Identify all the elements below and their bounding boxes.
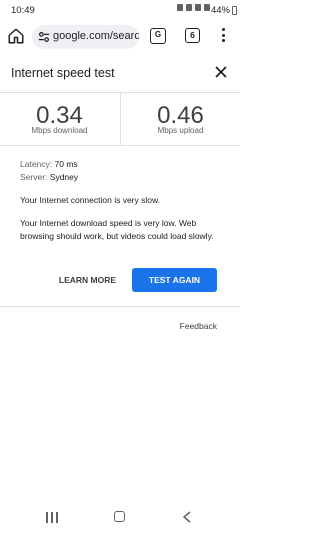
connection-detail: Your Internet download speed is very low…: [20, 218, 214, 241]
mute-icon: [186, 4, 192, 11]
back-icon[interactable]: [182, 511, 192, 523]
home-icon[interactable]: [7, 27, 25, 45]
upload-result: 0.46 Mbps upload: [121, 93, 240, 145]
status-bar: 10:49 44%: [0, 0, 240, 22]
battery-percent: 44%: [210, 5, 230, 16]
status-time: 10:49: [11, 5, 35, 16]
server-label: Server:: [20, 172, 48, 182]
battery-icon: [232, 6, 237, 15]
panel-title: Internet speed test: [11, 66, 115, 80]
server-value: Sydney: [49, 172, 79, 182]
connection-summary: Your Internet connection is very slow.: [20, 195, 161, 205]
browser-toolbar: google.com/searc G 6: [0, 22, 240, 52]
recent-apps-icon[interactable]: [46, 512, 58, 523]
learn-more-button[interactable]: LEARN MORE: [50, 268, 125, 292]
close-icon[interactable]: [214, 65, 228, 79]
wifi-icon: [195, 4, 201, 11]
test-details: Latency: 70 ms Server: Sydney Your Inter…: [20, 158, 225, 243]
download-unit: Mbps download: [31, 126, 88, 135]
action-row: LEARN MORE TEST AGAIN: [0, 268, 240, 292]
translate-icon[interactable]: G: [150, 28, 166, 44]
speed-results: 0.34 Mbps download 0.46 Mbps upload: [0, 93, 240, 146]
status-icons: [177, 4, 210, 11]
divider: [0, 306, 240, 307]
signal-icon: [204, 4, 210, 11]
download-result: 0.34 Mbps download: [0, 93, 119, 145]
latency-value: 70 ms: [54, 159, 78, 169]
speed-test-header: Internet speed test: [0, 52, 240, 93]
system-nav-bar: [0, 503, 240, 533]
tab-switcher-button[interactable]: 6: [185, 28, 200, 43]
feedback-link[interactable]: Feedback: [180, 321, 217, 331]
test-again-button[interactable]: TEST AGAIN: [132, 268, 217, 292]
server-line: Server: Sydney: [20, 171, 225, 184]
url-text: google.com/searc: [53, 30, 139, 42]
site-settings-icon[interactable]: [37, 30, 51, 44]
latency-label: Latency:: [20, 159, 53, 169]
latency-line: Latency: 70 ms: [20, 158, 225, 171]
address-bar[interactable]: google.com/searc: [32, 25, 139, 49]
notification-icon: [177, 4, 183, 11]
upload-unit: Mbps upload: [157, 126, 204, 135]
home-nav-icon[interactable]: [114, 511, 125, 522]
more-menu-icon[interactable]: [220, 28, 226, 46]
